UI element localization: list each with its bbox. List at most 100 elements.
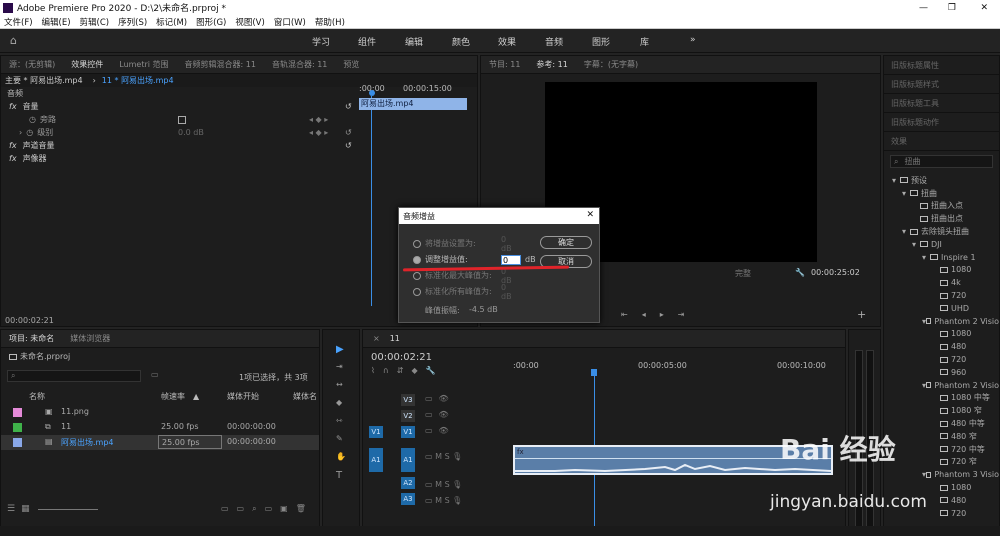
expand-arrow-icon[interactable]: ▾ (912, 240, 920, 249)
tab-legacy-actions[interactable]: 旧版标题动作 (884, 113, 999, 132)
program-timecode[interactable]: 00:00:25:02 (811, 268, 860, 277)
col-fps[interactable]: 帧速率 (161, 391, 185, 402)
master-clip-label[interactable]: 主要 * 阿易出场.mp4 (5, 75, 83, 86)
workspace-tab-color[interactable]: 颜色 (452, 35, 470, 48)
track-toggle-icons[interactable]: ▭👁 (425, 426, 455, 435)
tab-sequence[interactable]: 11 (390, 334, 400, 343)
ec-clip-block[interactable]: 阿易出场.mp4 (359, 98, 467, 110)
wrench-icon[interactable]: 🔧 (795, 268, 805, 277)
pen-tool-icon[interactable]: ✎ (336, 434, 343, 443)
track-a3[interactable]: A3 (401, 493, 415, 505)
effects-tree-item[interactable]: ▾ 去除镜头扭曲 (884, 225, 999, 238)
close-button[interactable]: ✕ (980, 3, 988, 13)
menu-graphics[interactable]: 图形(G) (196, 16, 226, 28)
effects-tree-item[interactable]: 480 中等 (884, 417, 999, 430)
type-tool-icon[interactable]: T (336, 470, 342, 481)
col-media[interactable]: 媒体名 (293, 391, 317, 402)
effects-tree-item[interactable]: 720 (884, 289, 999, 302)
ripple-tool-icon[interactable]: ↔ (336, 380, 343, 389)
fit-dropdown[interactable]: 完整 (735, 268, 751, 279)
effects-tree-item[interactable]: 4k (884, 276, 999, 289)
ec-ruler[interactable]: :00:00 00:00:15:00 (359, 84, 469, 96)
effects-tree-item[interactable]: ▾ Phantom 2 Visio (884, 379, 999, 392)
track-v2[interactable]: V2 (401, 410, 415, 422)
menu-sequence[interactable]: 序列(S) (118, 16, 147, 28)
ec-timecode[interactable]: 00:00:02:21 (5, 316, 54, 325)
track-label[interactable]: V1 (401, 426, 415, 438)
audio-track-controls[interactable]: ▭ M S 🎙 (425, 496, 462, 505)
table-row[interactable]: ⧉ 11 25.00 fps 00:00:00:00 (1, 420, 319, 435)
bypass-checkbox[interactable] (178, 115, 186, 124)
close-tab-icon[interactable]: × (373, 334, 380, 343)
col-start[interactable]: 媒体开始 (227, 391, 259, 402)
project-search-input[interactable]: ⌕ (7, 370, 141, 382)
ok-button[interactable]: 确定 (540, 236, 592, 249)
effects-tree-item[interactable]: ▾ Phantom 2 Visio (884, 315, 999, 328)
source-patch-v1[interactable]: V1 (369, 426, 383, 438)
project-actions-icon[interactable]: ▭▭⌕▭▣🗑 (221, 504, 314, 514)
expand-arrow-icon[interactable]: ▾ (892, 176, 900, 185)
track-label[interactable]: A2 (401, 477, 415, 489)
add-button-icon[interactable]: + (857, 308, 866, 321)
effects-tree-item[interactable]: ▾ DJI (884, 238, 999, 251)
maximize-button[interactable]: ❐ (948, 3, 956, 13)
home-icon[interactable]: ⌂ (10, 34, 17, 47)
slip-tool-icon[interactable]: ⇿ (336, 416, 343, 425)
effects-tree-item[interactable]: 扭曲入点 (884, 200, 999, 213)
stopwatch-icon[interactable]: ◷ (29, 115, 36, 124)
keyframe-nav-icon-level[interactable]: ◂ ◆ ▸ (309, 128, 328, 137)
source-patch-label[interactable]: A1 (369, 448, 383, 472)
tab-effect-controls[interactable]: 效果控件 (71, 59, 103, 70)
effects-tree-item[interactable]: 1080 中等 (884, 392, 999, 405)
solo-button[interactable]: S (445, 496, 450, 505)
table-row-selected[interactable]: ▤ 阿易出场.mp4 25.00 fps 00:00:00:00 (1, 435, 319, 450)
menu-marker[interactable]: 标记(M) (156, 16, 187, 28)
option-set-gain[interactable]: 将增益设置为: 0 dB (413, 235, 512, 253)
new-bin-icon[interactable]: ▭ (151, 370, 159, 379)
menu-help[interactable]: 帮助(H) (315, 16, 345, 28)
track-label[interactable]: V2 (401, 410, 415, 422)
track-select-tool-icon[interactable]: ⇥ (336, 362, 343, 371)
tab-preview[interactable]: 预览 (343, 59, 359, 70)
transport-controls[interactable]: ⇤◂▸⇥ (621, 310, 698, 319)
menu-view[interactable]: 视图(V) (235, 16, 264, 28)
effects-tree-item[interactable]: ▾ 扭曲 (884, 187, 999, 200)
track-v3[interactable]: V3 (401, 394, 415, 406)
expand-arrow-icon[interactable]: ▾ (922, 253, 930, 262)
reset-icon-level[interactable]: ↺ (345, 128, 352, 137)
solo-button[interactable]: S (445, 452, 450, 461)
track-toggle-icons[interactable]: ▭👁 (425, 394, 455, 403)
effects-tree-item[interactable]: ▾ Inspire 1 (884, 251, 999, 264)
level-value[interactable]: 0.0 dB (178, 128, 204, 137)
effects-tree-item[interactable]: UHD (884, 302, 999, 315)
effects-tree-item[interactable]: 1080 窄 (884, 404, 999, 417)
table-row[interactable]: ▣ 11.png (1, 405, 319, 420)
tab-source[interactable]: 源：(无剪辑) (9, 59, 55, 70)
source-patch-a1[interactable]: A1 (369, 448, 383, 472)
selection-tool-icon[interactable]: ▶ (336, 344, 344, 355)
effects-tree-item[interactable]: ▾ 预设 (884, 174, 999, 187)
fx-channel-row[interactable]: fx 声道音量 ↺ (1, 139, 477, 152)
expand-arrow-icon[interactable]: ▾ (902, 189, 910, 198)
stopwatch-icon-level[interactable]: ◷ (26, 128, 33, 137)
razor-tool-icon[interactable]: ◆ (336, 398, 342, 407)
ec-playhead-icon[interactable] (369, 90, 375, 96)
solo-button[interactable]: S (445, 480, 450, 489)
adjust-gain-input[interactable]: 0 (501, 254, 521, 265)
effects-tree-item[interactable]: ▾ Phantom 3 Visio (884, 468, 999, 481)
reset-icon-channel[interactable]: ↺ (345, 141, 352, 150)
mute-button[interactable]: M (435, 480, 442, 489)
source-patch-label[interactable]: V1 (369, 426, 383, 438)
option-normalize-all[interactable]: 标准化所有峰值为: 0 dB (413, 283, 512, 301)
radio-icon-2[interactable] (413, 271, 421, 280)
workspace-tab-assembly[interactable]: 组件 (358, 35, 376, 48)
track-toggle-icons[interactable]: ▭👁 (425, 410, 455, 419)
effects-tree-item[interactable]: 480 (884, 340, 999, 353)
sequence-clip-label[interactable]: 11 * 阿易出场.mp4 (102, 75, 174, 86)
radio-icon-3[interactable] (413, 287, 421, 296)
col-name[interactable]: 名称 (29, 391, 45, 402)
tab-legacy-styles[interactable]: 旧版标题样式 (884, 75, 999, 94)
tab-audio-clip-mixer[interactable]: 音频剪辑混合器: 11 (185, 59, 256, 70)
fx-panner-row[interactable]: fx 声像器 (1, 152, 477, 165)
tab-legacy-props[interactable]: 旧版标题属性 (884, 56, 999, 75)
